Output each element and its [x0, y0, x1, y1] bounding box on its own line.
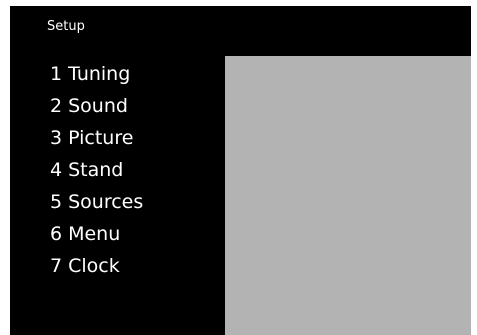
menu-item-sound[interactable]: 2 Sound: [50, 94, 143, 126]
preview-panel: [225, 56, 471, 335]
menu-item-tuning[interactable]: 1 Tuning: [50, 62, 143, 94]
menu-item-number: 7: [50, 255, 63, 277]
menu-item-number: 1: [50, 63, 63, 85]
setup-screen: Setup 1 Tuning 2 Sound 3 Picture 4 Stand 5 So…: [10, 6, 471, 335]
menu-item-number: 4: [50, 159, 63, 181]
setup-menu: 1 Tuning 2 Sound 3 Picture 4 Stand 5 Sources …: [50, 62, 143, 286]
menu-item-label: Picture: [68, 127, 134, 149]
menu-item-stand[interactable]: 4 Stand: [50, 158, 143, 190]
menu-item-number: 2: [50, 95, 63, 117]
menu-item-number: 6: [50, 223, 63, 245]
menu-item-number: 5: [50, 191, 63, 213]
menu-item-sources[interactable]: 5 Sources: [50, 190, 143, 222]
menu-item-label: Sound: [68, 95, 128, 117]
menu-item-label: Stand: [68, 159, 124, 181]
menu-item-picture[interactable]: 3 Picture: [50, 126, 143, 158]
menu-item-number: 3: [50, 127, 63, 149]
menu-item-label: Sources: [68, 191, 144, 213]
menu-item-clock[interactable]: 7 Clock: [50, 254, 143, 286]
menu-item-label: Clock: [68, 255, 120, 277]
menu-item-menu[interactable]: 6 Menu: [50, 222, 143, 254]
page-title: Setup: [47, 19, 85, 34]
menu-item-label: Menu: [68, 223, 121, 245]
menu-item-label: Tuning: [68, 63, 131, 85]
